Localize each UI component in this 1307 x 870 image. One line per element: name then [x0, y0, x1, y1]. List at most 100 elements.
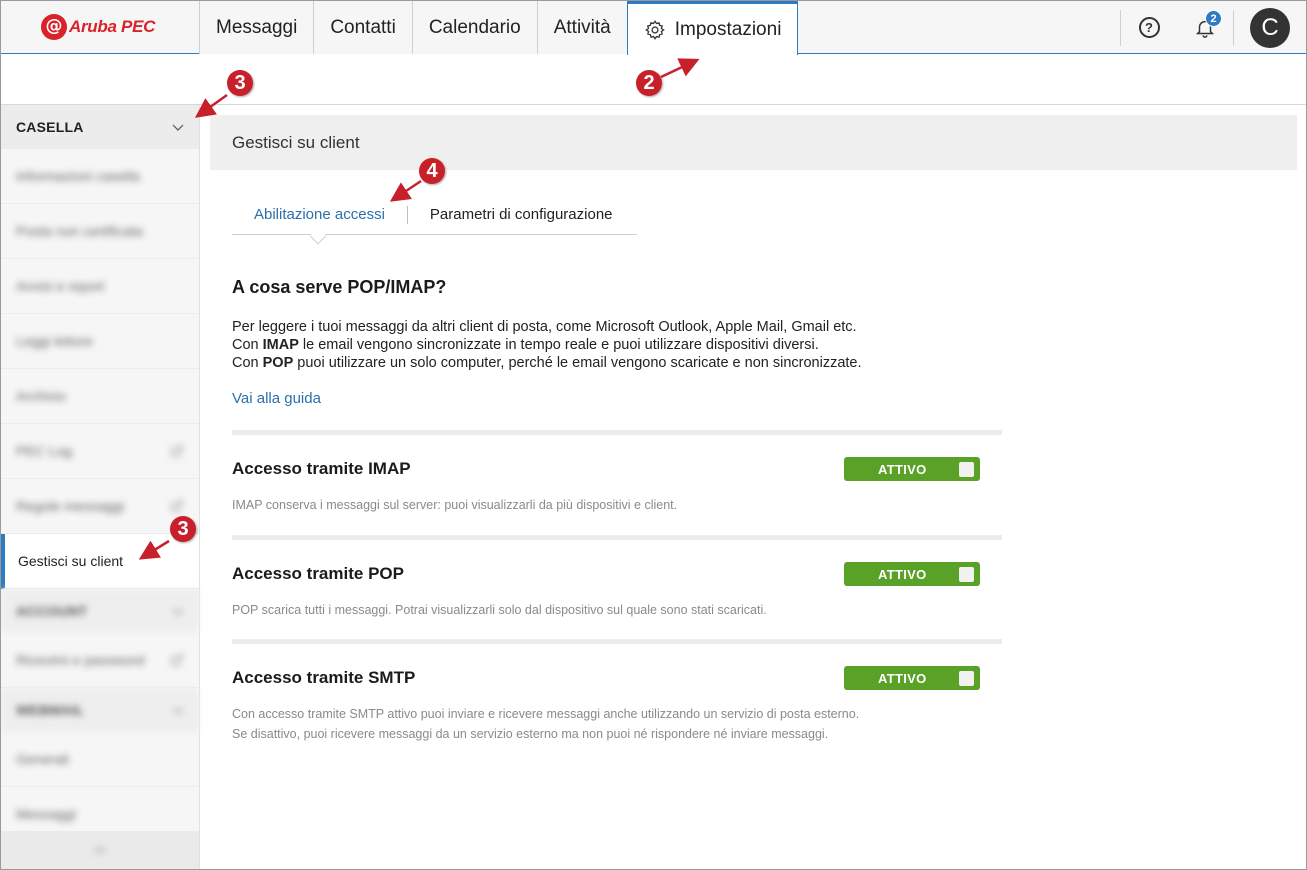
info-line: Con IMAP le email vengono sincronizzate … — [232, 336, 1002, 354]
section-casella[interactable]: CASELLA — [1, 105, 199, 149]
sidebar-item-gestisci-su-client[interactable]: Gestisci su client — [1, 534, 199, 589]
toggle-knob — [959, 670, 974, 686]
toggle-label: ATTIVO — [878, 566, 927, 582]
page-title-bar: Gestisci su client — [210, 115, 1297, 170]
pop-imap-info: A cosa serve POP/IMAP? Per leggere i tuo… — [232, 277, 1002, 408]
section-label: CASELLA — [16, 119, 84, 135]
annotation-marker: 4 — [419, 158, 445, 184]
info-line: Per leggere i tuoi messaggi da altri cli… — [232, 319, 857, 335]
text: puoi utilizzare un solo computer, perché… — [293, 355, 862, 371]
sidebar-item-label: Avvisi e report — [16, 278, 105, 294]
chevron-up-icon — [94, 847, 106, 854]
access-row: Accesso tramite POP ATTIVO — [232, 562, 1002, 586]
toggle-label: ATTIVO — [878, 670, 927, 686]
divider — [232, 535, 1002, 540]
tab-impostazioni[interactable]: Impostazioni — [626, 1, 799, 55]
imap-toggle[interactable]: ATTIVO — [844, 457, 980, 481]
annotation-marker: 3 — [170, 516, 196, 542]
sidebar-item-label: Gestisci su client — [18, 553, 124, 569]
section-webmail[interactable]: WEBMAIL — [1, 688, 199, 732]
access-imap: Accesso tramite IMAP ATTIVO IMAP conserv… — [232, 430, 1002, 515]
tab-calendario[interactable]: Calendario — [411, 1, 537, 54]
sidebar-item-leggi[interactable]: Leggi lettore — [1, 314, 199, 369]
text: Con — [232, 355, 263, 371]
tab-label: Attività — [553, 16, 611, 38]
toggle-label: ATTIVO — [878, 461, 927, 477]
description-line: Con accesso tramite SMTP attivo puoi inv… — [232, 707, 860, 721]
toggle-knob — [959, 566, 974, 582]
smtp-toggle[interactable]: ATTIVO — [844, 666, 980, 690]
access-pop: Accesso tramite POP ATTIVO POP scarica t… — [232, 535, 1002, 620]
access-description: Con accesso tramite SMTP attivo puoi inv… — [232, 704, 1002, 744]
help-button[interactable]: ? — [1121, 1, 1177, 54]
sidebar-item-account[interactable]: Ricevimi e password — [1, 633, 199, 688]
subtabs: Abilitazione accessi Parametri di config… — [232, 195, 637, 245]
text: le email vengono sincronizzate in tempo … — [298, 337, 819, 353]
sidebar-collapse-bar[interactable] — [1, 831, 199, 869]
description-line: Se disattivo, puoi ricevere messaggi da … — [232, 727, 829, 741]
annotation-marker: 3 — [227, 70, 253, 96]
sidebar-item-generali[interactable]: Generali — [1, 732, 199, 787]
tab-messaggi[interactable]: Messaggi — [199, 1, 314, 54]
aruba-logo-icon — [41, 14, 67, 40]
section-label: ACCOUNT — [16, 603, 88, 619]
gear-icon — [644, 19, 665, 40]
access-description: POP scarica tutti i messaggi. Potrai vis… — [232, 603, 767, 617]
tab-label: Impostazioni — [674, 18, 782, 40]
avatar[interactable]: C — [1250, 7, 1290, 48]
logo-text: Aruba PEC — [69, 17, 156, 36]
access-title: Accesso tramite POP — [232, 564, 404, 583]
main-tabs: Messaggi Contatti Calendario Attività Im… — [199, 1, 799, 55]
tab-attivita[interactable]: Attività — [536, 1, 627, 54]
pop-toggle[interactable]: ATTIVO — [844, 562, 980, 586]
page-title: Gestisci su client — [232, 132, 360, 152]
info-paragraph: Per leggere i tuoi messaggi da altri cli… — [232, 318, 1002, 372]
top-navigation-bar: Aruba PEC Messaggi Contatti Calendario A… — [1, 1, 1306, 55]
section-label: WEBMAIL — [16, 702, 85, 718]
sidebar-item-pec-log[interactable]: PEC Log — [1, 424, 199, 479]
guide-link[interactable]: Vai alla guida — [232, 390, 321, 407]
notifications-button[interactable]: 2 — [1177, 1, 1233, 54]
external-link-icon — [171, 445, 183, 457]
top-right-actions: ? 2 C — [1120, 1, 1306, 54]
tab-label: Messaggi — [216, 16, 298, 38]
app-window: Aruba PEC Messaggi Contatti Calendario A… — [0, 0, 1307, 870]
divider — [1233, 9, 1234, 46]
access-description: IMAP conserva i messaggi sul server: puo… — [232, 498, 678, 512]
sidebar-item-label: Informazioni casella — [16, 168, 140, 184]
sidebar-item-label: Archivio — [16, 388, 66, 404]
sidebar-item-informazioni-casella[interactable]: Informazioni casella — [1, 149, 199, 204]
sidebar-item-label: Regole messaggi — [16, 498, 125, 514]
chevron-down-icon — [172, 608, 184, 615]
toggle-knob — [959, 461, 974, 477]
section-account[interactable]: ACCOUNT — [1, 589, 199, 633]
tab-contatti[interactable]: Contatti — [313, 1, 412, 54]
access-smtp: Accesso tramite SMTP ATTIVO Con accesso … — [232, 639, 1002, 744]
sidebar-item-avvisi[interactable]: Avvisi e report — [1, 259, 199, 314]
access-row: Accesso tramite SMTP ATTIVO — [232, 666, 1002, 690]
sidebar-item-label: PEC Log — [16, 443, 73, 459]
external-link-icon — [171, 500, 183, 512]
bold-text: POP — [262, 355, 294, 371]
subtab-parametri-configurazione[interactable]: Parametri di configurazione — [408, 206, 635, 223]
subtab-abilitazione-accessi[interactable]: Abilitazione accessi — [232, 206, 407, 223]
active-tab-caret — [309, 227, 327, 245]
annotation-marker: 2 — [636, 70, 662, 96]
sidebar-item-posta-non-certificata[interactable]: Posta non certificata — [1, 204, 199, 259]
divider — [232, 639, 1002, 644]
aruba-pec-logo[interactable]: Aruba PEC — [41, 13, 155, 41]
tab-label: Calendario — [428, 16, 521, 38]
text: Con — [232, 337, 263, 353]
sidebar-item-label: Messaggi — [16, 806, 76, 822]
settings-sidebar: CASELLA Informazioni casella Posta non c… — [1, 105, 200, 869]
sidebar-item-archivio[interactable]: Archivio — [1, 369, 199, 424]
tab-label: Contatti — [330, 16, 396, 38]
sidebar-item-label: Ricevimi e password — [16, 652, 145, 668]
section-heading: A cosa serve POP/IMAP? — [232, 277, 447, 297]
chevron-down-icon — [172, 124, 184, 131]
chevron-down-icon — [172, 707, 184, 714]
help-icon: ? — [1138, 17, 1160, 38]
access-title: Accesso tramite IMAP — [232, 459, 411, 478]
access-row: Accesso tramite IMAP ATTIVO — [232, 457, 1002, 481]
bold-text: IMAP — [262, 337, 299, 353]
